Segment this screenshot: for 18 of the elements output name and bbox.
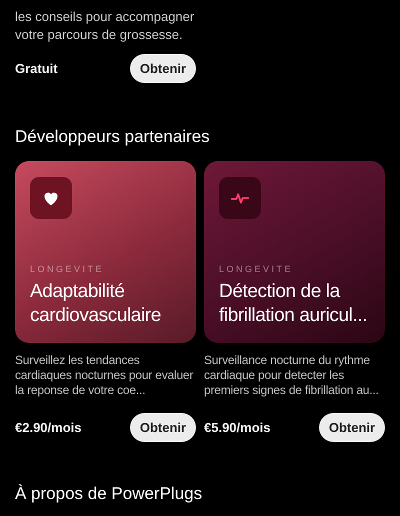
price-label: €5.90/mois bbox=[204, 420, 270, 435]
app-card[interactable]: LONGEVITE Adaptabilité cardiovasculaire bbox=[15, 161, 196, 343]
get-button[interactable]: Obtenir bbox=[130, 54, 196, 83]
section-heading: Développeurs partenaires bbox=[15, 127, 211, 147]
card-title: Détection de la fibrillation auricul... bbox=[219, 280, 368, 328]
category-label: LONGEVITE bbox=[30, 264, 106, 274]
price-label: €2.90/mois bbox=[15, 420, 82, 435]
app-card[interactable]: LONGEVITE Détection de la fibrillation auricul... bbox=[204, 161, 385, 343]
description-text: Surveillance nocturne du rythme cardiaque pour detecter les premiers signes de fibrillation au... bbox=[204, 353, 380, 398]
category-label: LONGEVITE bbox=[219, 264, 294, 274]
description-text: Surveillez les tendances cardiaques nocturnes pour evaluer la reponse de votre coe... bbox=[15, 353, 194, 398]
get-button[interactable]: Obtenir bbox=[319, 413, 385, 442]
heartbeat-icon bbox=[219, 177, 261, 219]
card-title: Adaptabilité cardiovasculaire bbox=[30, 280, 162, 328]
get-button[interactable]: Obtenir bbox=[130, 413, 196, 442]
description-text: les conseils pour accompagner votre parcours de grossesse. bbox=[15, 8, 196, 44]
section-heading: À propos de PowerPlugs bbox=[15, 484, 204, 504]
price-label: Gratuit bbox=[15, 61, 58, 76]
